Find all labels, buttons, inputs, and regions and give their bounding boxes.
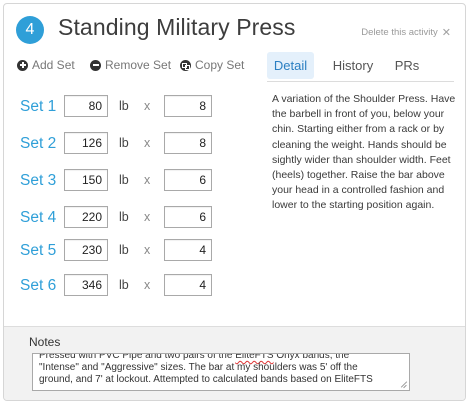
times-symbol: x: [144, 243, 151, 257]
tabs-divider: [267, 81, 454, 82]
set-label: Set 5: [20, 242, 57, 259]
times-symbol: x: [144, 278, 151, 292]
tab-history[interactable]: History: [325, 52, 381, 79]
minus-circle-icon: [90, 59, 101, 71]
delete-activity-label: Delete this activity: [361, 27, 438, 38]
remove-set-label: Remove Set: [105, 58, 172, 72]
delete-activity-button[interactable]: Delete this activity ✕: [361, 26, 451, 39]
add-set-label: Add Set: [32, 58, 75, 72]
exercise-description: A variation of the Shoulder Press. Have …: [272, 93, 456, 212]
notes-label: Notes: [29, 335, 61, 349]
activity-tabs: Detail History PRs: [267, 52, 455, 81]
close-icon: ✕: [441, 27, 451, 39]
set-label: Set 3: [20, 172, 57, 189]
weight-unit: lb: [119, 278, 129, 292]
weight-input[interactable]: 346: [64, 274, 108, 296]
set-label: Set 4: [20, 209, 57, 226]
times-symbol: x: [144, 173, 151, 187]
notes-text: Pressed with PVC Pipe and two pairs of t…: [39, 353, 389, 386]
reps-input[interactable]: 6: [164, 206, 212, 228]
times-symbol: x: [144, 210, 151, 224]
add-set-button[interactable]: Add Set: [17, 58, 75, 72]
times-symbol: x: [144, 136, 151, 150]
activity-header: 4 Standing Military Press Delete this ac…: [4, 4, 465, 52]
weight-unit: lb: [119, 99, 129, 113]
weight-input[interactable]: 150: [64, 169, 108, 191]
weight-unit: lb: [119, 173, 129, 187]
weight-unit: lb: [119, 136, 129, 150]
reps-input[interactable]: 4: [164, 274, 212, 296]
weight-unit: lb: [119, 210, 129, 224]
set-row: Set 3 150 lb x 6: [4, 169, 264, 195]
weight-input[interactable]: 230: [64, 239, 108, 261]
remove-set-button[interactable]: Remove Set: [90, 58, 171, 72]
activity-card: 4 Standing Military Press Delete this ac…: [3, 3, 466, 401]
copy-set-button[interactable]: Copy Set: [180, 58, 244, 72]
weight-unit: lb: [119, 243, 129, 257]
reps-input[interactable]: 8: [164, 132, 212, 154]
set-row: Set 2 126 lb x 8: [4, 132, 264, 158]
set-label: Set 2: [20, 135, 57, 152]
notes-section: Notes Pressed with PVC Pipe and two pair…: [4, 326, 465, 400]
weight-input[interactable]: 80: [64, 95, 108, 117]
times-symbol: x: [144, 99, 151, 113]
resize-grip-icon[interactable]: [399, 380, 407, 388]
weight-input[interactable]: 126: [64, 132, 108, 154]
set-row: Set 5 230 lb x 4: [4, 239, 264, 265]
copy-set-label: Copy Set: [195, 58, 245, 72]
notes-textarea[interactable]: Pressed with PVC Pipe and two pairs of t…: [32, 353, 410, 391]
set-row: Set 6 346 lb x 4: [4, 274, 264, 300]
tab-detail[interactable]: Detail: [267, 52, 314, 79]
reps-input[interactable]: 4: [164, 239, 212, 261]
set-label: Set 6: [20, 277, 57, 294]
set-row: Set 4 220 lb x 6: [4, 206, 264, 232]
weight-input[interactable]: 220: [64, 206, 108, 228]
set-row: Set 1 80 lb x 8: [4, 95, 264, 121]
reps-input[interactable]: 6: [164, 169, 212, 191]
copy-icon: [180, 59, 191, 71]
activity-title: Standing Military Press: [58, 14, 296, 40]
misspelled-word: EliteFTS: [235, 353, 274, 361]
reps-input[interactable]: 8: [164, 95, 212, 117]
plus-circle-icon: [17, 59, 28, 71]
activity-number-badge: 4: [16, 16, 44, 44]
tab-prs[interactable]: PRs: [389, 52, 425, 79]
set-label: Set 1: [20, 98, 57, 115]
